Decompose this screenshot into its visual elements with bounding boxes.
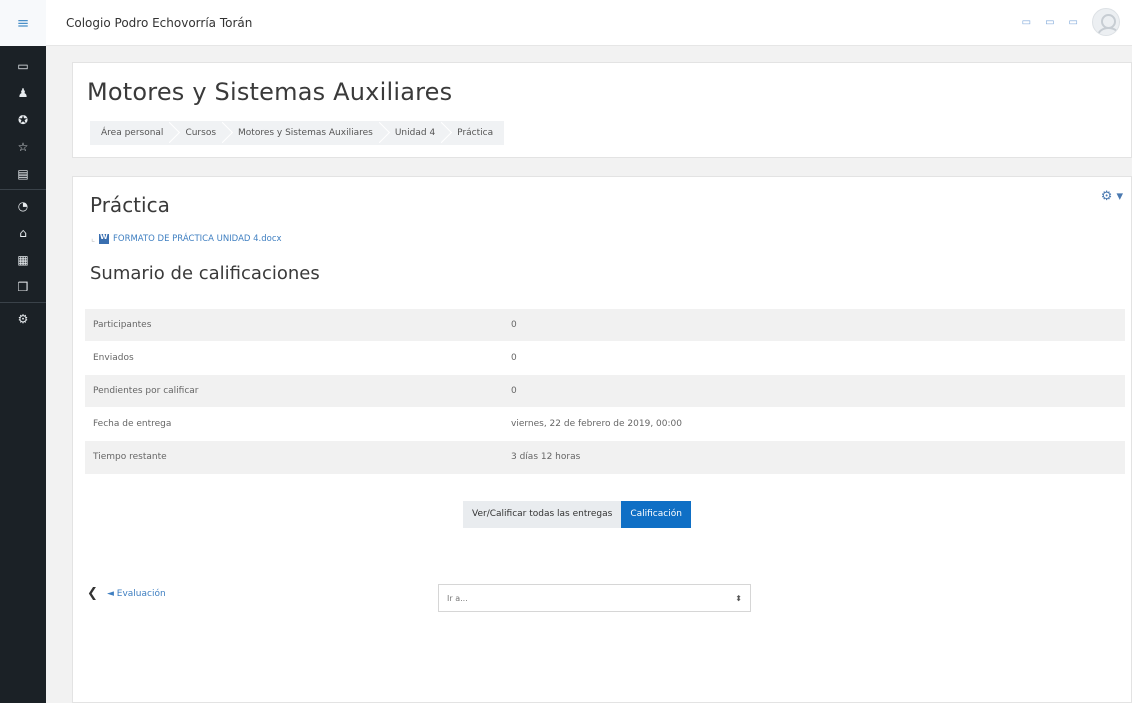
table-row: Pendientes por calificar 0 — [85, 374, 1125, 408]
grade-button[interactable]: Calificación — [621, 501, 691, 528]
user-avatar[interactable] — [1092, 8, 1120, 36]
sidebar-divider — [0, 302, 46, 303]
row-label: Pendientes por calificar — [85, 374, 503, 408]
row-label: Tiempo restante — [85, 440, 503, 474]
view-all-submissions-button[interactable]: Ver/Calificar todas las entregas — [463, 501, 622, 528]
sidebar-item-grades[interactable]: ▤ — [0, 160, 46, 187]
top-navbar: ≡ Cologio Podro Echovorría Torán ▭ ▭ ▭ — [0, 0, 1132, 46]
message-icon[interactable]: ▭ — [1022, 17, 1031, 28]
settings-icon: ⚙ — [17, 311, 29, 326]
previous-activity-link[interactable]: ◄ Evaluación — [107, 589, 166, 599]
row-value: 0 — [503, 374, 1125, 408]
page-title: Práctica — [90, 193, 170, 217]
grades-book-icon: ▤ — [17, 166, 29, 181]
grading-summary-table: Participantes 0 Enviados 0 Pendientes po… — [85, 308, 1125, 474]
sidebar-divider — [0, 189, 46, 190]
dashboard-icon: ◔ — [17, 198, 29, 213]
row-label: Enviados — [85, 341, 503, 375]
table-row: Fecha de entrega viernes, 22 de febrero … — [85, 407, 1125, 441]
notification-icon[interactable]: ▭ — [1045, 17, 1054, 28]
sidebar-item-admin[interactable]: ⚙ — [0, 305, 46, 332]
badges-icon: ✪ — [17, 112, 29, 127]
breadcrumb-item-area-personal[interactable]: Área personal — [90, 121, 174, 145]
breadcrumb-item-activity[interactable]: Práctica — [446, 121, 504, 145]
table-row: Tiempo restante 3 días 12 horas — [85, 440, 1125, 474]
sidebar-item-dashboard[interactable]: ◔ — [0, 192, 46, 219]
summary-title: Sumario de calificaciones — [90, 263, 320, 284]
sidebar-item-calendar[interactable]: ▦ — [0, 246, 46, 273]
files-icon: ❒ — [17, 279, 29, 294]
sidebar-item-competencies[interactable]: ☆ — [0, 133, 46, 160]
attachment-filename: FORMATO DE PRÁCTICA UNIDAD 4.docx — [112, 234, 282, 244]
table-row: Participantes 0 — [85, 308, 1125, 342]
row-value: 0 — [503, 308, 1125, 342]
calendar-icon: ▦ — [17, 252, 29, 267]
action-buttons: Ver/Calificar todas las entregas Calific… — [463, 501, 691, 528]
breadcrumb-item-unit[interactable]: Unidad 4 — [384, 121, 446, 145]
select-arrows-icon: ⬍ — [735, 593, 742, 603]
course-title: Motores y Sistemas Auxiliares — [87, 78, 453, 106]
sidebar-item-participants[interactable]: ♟ — [0, 79, 46, 106]
table-row: Enviados 0 — [85, 341, 1125, 375]
gear-icon[interactable]: ⚙ ▾ — [1101, 189, 1123, 204]
sidebar-item-files[interactable]: ❒ — [0, 273, 46, 300]
row-label: Participantes — [85, 308, 503, 342]
site-name[interactable]: Cologio Podro Echovorría Torán — [66, 16, 252, 30]
breadcrumb: Área personal Cursos Motores y Sistemas … — [90, 121, 505, 145]
left-sidebar: ▭ ♟ ✪ ☆ ▤ ◔ ⌂ ▦ ❒ ⚙ — [0, 46, 46, 703]
page-header: Motores y Sistemas Auxiliares Área perso… — [72, 62, 1132, 158]
jump-to-select[interactable]: Ir a... ⬍ — [438, 584, 751, 612]
navbar-user-area: ▭ ▭ ▭ — [1022, 8, 1120, 36]
home-icon: ⌂ — [19, 225, 27, 240]
sidebar-item-badges[interactable]: ✪ — [0, 106, 46, 133]
jump-to-value: Ir a... — [447, 593, 468, 603]
row-value: 0 — [503, 341, 1125, 375]
dropdown-icon[interactable]: ▭ — [1069, 17, 1078, 28]
attachment-link[interactable]: ⌞ FORMATO DE PRÁCTICA UNIDAD 4.docx — [91, 233, 282, 244]
word-document-icon — [98, 233, 109, 244]
star-icon: ☆ — [17, 139, 29, 154]
main-content: Práctica ⚙ ▾ ⌞ FORMATO DE PRÁCTICA UNIDA… — [72, 176, 1132, 703]
participants-icon: ♟ — [17, 85, 29, 100]
sidebar-item-folder[interactable]: ▭ — [0, 52, 46, 79]
tree-branch-icon: ⌞ — [91, 234, 95, 244]
chevron-left-icon[interactable]: ❮ — [87, 586, 98, 601]
row-label: Fecha de entrega — [85, 407, 503, 441]
hamburger-icon[interactable]: ≡ — [0, 0, 46, 46]
breadcrumb-item-cursos[interactable]: Cursos — [174, 121, 227, 145]
row-value: 3 días 12 horas — [503, 440, 1125, 474]
row-value: viernes, 22 de febrero de 2019, 00:00 — [503, 407, 1125, 441]
breadcrumb-item-course[interactable]: Motores y Sistemas Auxiliares — [227, 121, 384, 145]
sidebar-item-home[interactable]: ⌂ — [0, 219, 46, 246]
folder-icon: ▭ — [17, 58, 29, 73]
